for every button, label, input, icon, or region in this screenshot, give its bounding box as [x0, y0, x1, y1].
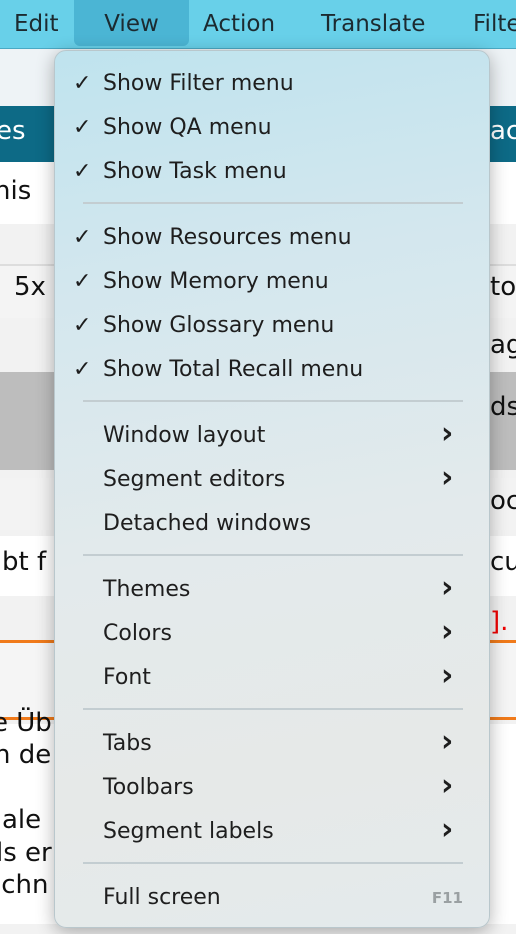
chevron-right-icon: ›: [441, 658, 454, 693]
chevron-right-icon: ›: [441, 614, 454, 649]
bg-text: ichn: [0, 870, 49, 900]
menu-view[interactable]: View: [74, 0, 189, 46]
menu-action[interactable]: Action: [189, 0, 289, 46]
menu-item-font[interactable]: Font ›: [55, 656, 489, 700]
menu-item-label: Show Total Recall menu: [103, 357, 364, 382]
checkmark-icon: ✓: [73, 159, 92, 184]
menu-item-label: Show Glossary menu: [103, 313, 335, 338]
menu-item-label: Detached windows: [103, 511, 312, 536]
bg-text: bt f: [2, 547, 47, 577]
chevron-right-icon: ›: [441, 570, 454, 605]
menu-separator: [83, 862, 463, 864]
checkmark-icon: ✓: [73, 71, 92, 96]
bg-text: n de: [0, 740, 52, 770]
checkmark-icon: ✓: [73, 313, 92, 338]
menu-item-label: Font: [103, 665, 151, 690]
menu-edit[interactable]: Edit: [0, 0, 73, 46]
checkmark-icon: ✓: [73, 115, 92, 140]
bg-text: cu: [490, 547, 516, 577]
menu-item-toolbars[interactable]: Toolbars ›: [55, 766, 489, 810]
bg-text: 5x: [14, 272, 46, 302]
menu-separator: [83, 400, 463, 402]
menu-item-label: Window layout: [103, 423, 266, 448]
menu-item-label: Show Memory menu: [103, 269, 329, 294]
bg-text: e Üb: [0, 708, 52, 738]
bg-text: ag: [490, 330, 516, 360]
menu-item-show-filter-menu[interactable]: ✓ Show Filter menu: [55, 62, 489, 106]
menu-item-segment-editors[interactable]: Segment editors ›: [55, 458, 489, 502]
menu-item-label: Show Task menu: [103, 159, 287, 184]
menu-item-label: Colors: [103, 621, 172, 646]
bg-text: es: [0, 116, 26, 146]
menu-item-themes[interactable]: Themes ›: [55, 568, 489, 612]
menu-item-segment-labels[interactable]: Segment labels ›: [55, 810, 489, 854]
menu-item-show-memory-menu[interactable]: ✓ Show Memory menu: [55, 260, 489, 304]
menu-item-detached-windows[interactable]: Detached windows: [55, 502, 489, 546]
menu-item-label: Full screen: [103, 885, 221, 910]
chevron-right-icon: ›: [441, 768, 454, 803]
menu-item-show-total-recall-menu[interactable]: ✓ Show Total Recall menu: [55, 348, 489, 392]
checkmark-icon: ✓: [73, 357, 92, 382]
shortcut-label: F11: [431, 889, 463, 907]
menu-item-label: Segment labels: [103, 819, 274, 844]
bg-text: oc: [490, 486, 516, 516]
bg-text: ls er: [0, 838, 52, 868]
bg-text: ds: [490, 392, 516, 422]
menu-bar: Edit View Action Translate Filte: [0, 0, 516, 49]
menu-item-label: Tabs: [103, 731, 152, 756]
menu-item-tabs[interactable]: Tabs ›: [55, 722, 489, 766]
menu-item-label: Show QA menu: [103, 115, 272, 140]
checkmark-icon: ✓: [73, 225, 92, 250]
menu-item-label: Themes: [103, 577, 191, 602]
checkmark-icon: ✓: [73, 269, 92, 294]
menu-item-show-glossary-menu[interactable]: ✓ Show Glossary menu: [55, 304, 489, 348]
menu-item-window-layout[interactable]: Window layout ›: [55, 414, 489, 458]
chevron-right-icon: ›: [441, 460, 454, 495]
menu-translate[interactable]: Translate: [307, 0, 439, 46]
view-menu-dropdown: ✓ Show Filter menu ✓ Show QA menu ✓ Show Task…: [54, 50, 490, 928]
menu-item-label: Toolbars: [103, 775, 194, 800]
chevron-right-icon: ›: [441, 812, 454, 847]
bg-text: ale: [2, 805, 42, 835]
menu-separator: [83, 708, 463, 710]
menu-item-label: Show Resources menu: [103, 225, 352, 250]
menu-item-show-task-menu[interactable]: ✓ Show Task menu: [55, 150, 489, 194]
bg-text: nis: [0, 176, 32, 206]
chevron-right-icon: ›: [441, 724, 454, 759]
bg-text: ac: [490, 116, 516, 146]
menu-item-label: Segment editors: [103, 467, 286, 492]
menu-separator: [83, 554, 463, 556]
menu-item-label: Show Filter menu: [103, 71, 294, 96]
bg-text: ].: [490, 607, 509, 637]
chevron-right-icon: ›: [441, 416, 454, 451]
bg-text: to: [490, 272, 516, 302]
menu-separator: [83, 202, 463, 204]
menu-item-full-screen[interactable]: Full screen F11: [55, 876, 489, 920]
menu-item-show-qa-menu[interactable]: ✓ Show QA menu: [55, 106, 489, 150]
menu-item-colors[interactable]: Colors ›: [55, 612, 489, 656]
menu-item-show-resources-menu[interactable]: ✓ Show Resources menu: [55, 216, 489, 260]
menu-filter[interactable]: Filte: [459, 0, 516, 46]
